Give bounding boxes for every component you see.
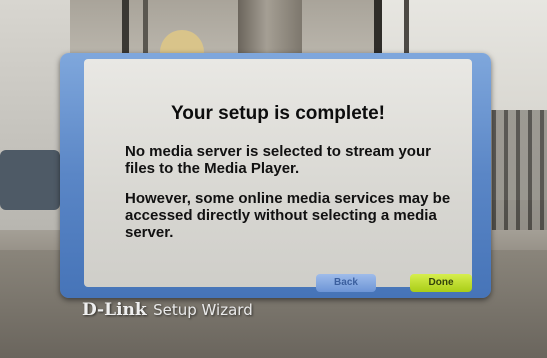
brand-footer: D-Link Setup Wizard <box>82 300 253 320</box>
background-sofa <box>0 150 60 210</box>
dialog-title: Your setup is complete! <box>171 103 385 124</box>
dialog-panel: Your setup is complete! No media server … <box>84 59 472 292</box>
back-button[interactable]: Back <box>316 274 376 292</box>
dlink-logo: D-Link <box>82 300 147 320</box>
online-services-message: However, some online media services may … <box>125 190 451 241</box>
no-media-server-message: No media server is selected to stream yo… <box>125 143 431 177</box>
done-button[interactable]: Done <box>410 274 472 292</box>
setup-complete-dialog: Your setup is complete! No media server … <box>60 53 491 298</box>
setup-wizard-label: Setup Wizard <box>153 301 253 319</box>
